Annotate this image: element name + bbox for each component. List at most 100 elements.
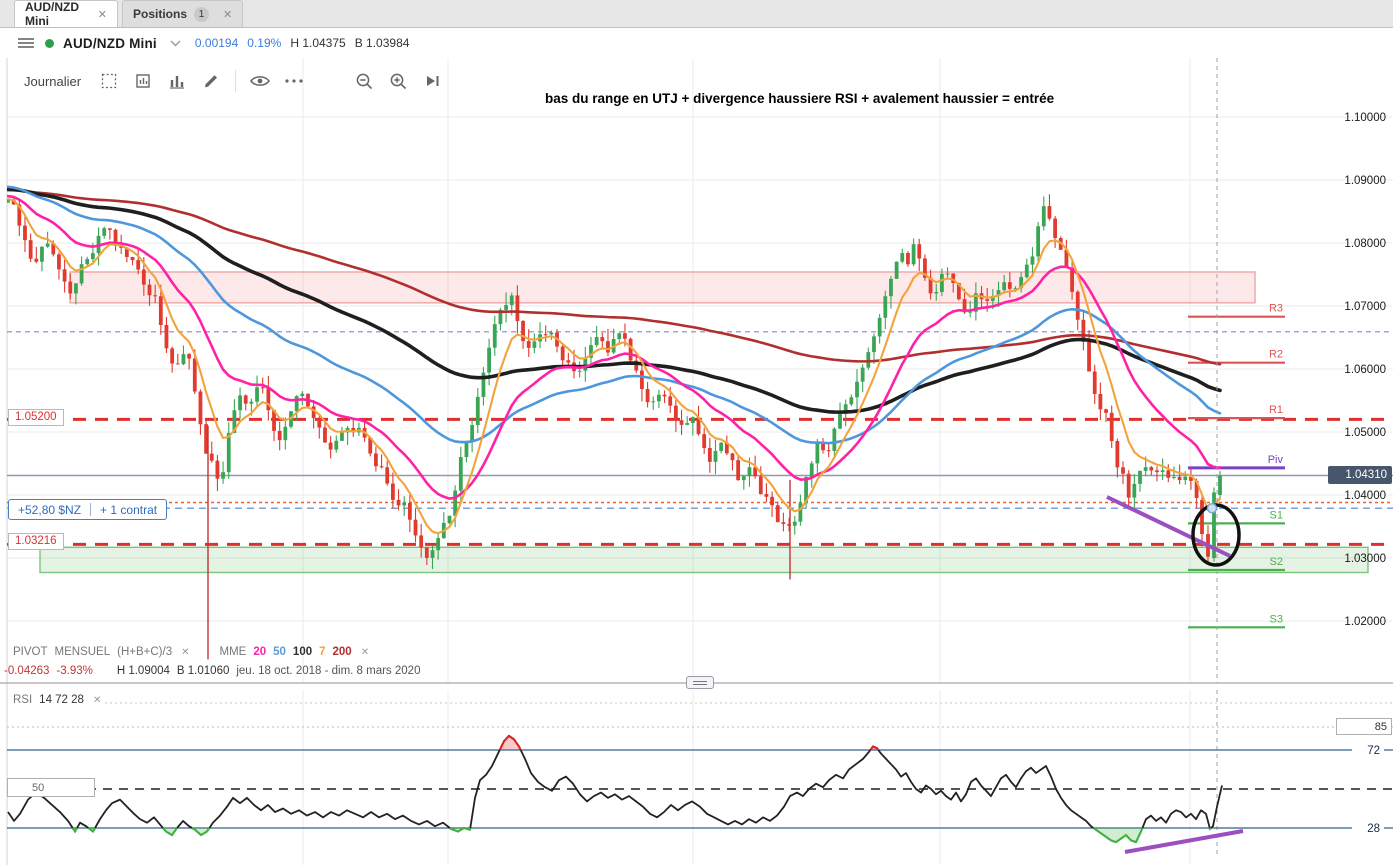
- remove-rsi-icon[interactable]: ✕: [93, 695, 101, 706]
- skip-to-latest-icon[interactable]: [422, 71, 442, 91]
- ellipsis-icon[interactable]: [284, 71, 304, 91]
- pivot-type: MENSUEL: [55, 646, 111, 658]
- candle-body: [1048, 206, 1052, 218]
- candle-body: [182, 354, 186, 364]
- chart-annotation: bas du range en UTJ + divergence haussie…: [545, 91, 1054, 106]
- pivot-label-S3: S3: [1270, 613, 1283, 625]
- mme-period-100[interactable]: 100: [293, 646, 312, 658]
- candle-body: [295, 396, 299, 411]
- candle-body: [102, 228, 106, 236]
- candle-body: [934, 292, 938, 293]
- candle-body: [651, 401, 655, 402]
- candle-body: [895, 262, 899, 279]
- candle-body: [1161, 470, 1165, 472]
- trading-app-window: R3R2R1PivS1S2S31.100001.090001.080001.07…: [0, 0, 1393, 865]
- price-axis-label: 1.02000: [1344, 616, 1386, 628]
- candle-body: [334, 441, 338, 450]
- candle-body: [849, 397, 853, 404]
- chevron-down-icon[interactable]: [166, 33, 186, 53]
- pencil-icon[interactable]: [201, 71, 221, 91]
- price-axis-label: 1.05000: [1344, 427, 1386, 439]
- candle-body: [153, 295, 157, 296]
- tab-label: Positions: [133, 7, 187, 21]
- candle-body: [23, 226, 27, 240]
- candle-body: [1138, 471, 1142, 484]
- candle-body: [300, 394, 304, 396]
- candle-body: [912, 244, 916, 264]
- candle-body: [255, 387, 259, 401]
- candle-body: [668, 396, 672, 405]
- remove-pivot-icon[interactable]: ✕: [181, 647, 189, 658]
- tab-audnzd-mini[interactable]: AUD/NZD Mini ✕: [14, 0, 118, 27]
- mme-period-7[interactable]: 7: [319, 646, 325, 658]
- eye-icon[interactable]: [250, 71, 270, 91]
- tab-positions[interactable]: Positions 1 ✕: [122, 0, 243, 27]
- candle-body: [606, 341, 610, 352]
- pane-divider-handle[interactable]: [686, 676, 714, 689]
- candle-body: [1127, 474, 1131, 498]
- candle-body: [685, 423, 689, 425]
- candle-body: [776, 505, 780, 522]
- chart-window-icon[interactable]: [133, 71, 153, 91]
- candles-layer: [6, 194, 1222, 659]
- candle-body: [748, 467, 752, 476]
- mme-period-50[interactable]: 50: [273, 646, 286, 658]
- mme-periods[interactable]: 20 50 100 7 200: [253, 646, 351, 658]
- price-change: 0.00194: [195, 36, 238, 50]
- candle-body: [600, 337, 604, 341]
- candle-body: [408, 503, 412, 520]
- candle-body: [136, 260, 140, 269]
- indicator-stats-row: -0.04263 -3.93% H 1.09004 B 1.01060 jeu.…: [4, 665, 420, 677]
- price-and-rsi-chart-canvas[interactable]: R3R2R1PivS1S2S31.100001.090001.080001.07…: [0, 0, 1393, 865]
- candle-body: [221, 472, 225, 479]
- period-high: H 1.09004: [117, 665, 170, 677]
- bar-chart-icon[interactable]: [167, 71, 187, 91]
- candle-body: [414, 520, 418, 536]
- remove-mme-icon[interactable]: ✕: [361, 647, 369, 658]
- mme-period-200[interactable]: 200: [333, 646, 352, 658]
- instrument-name: AUD/NZD Mini: [63, 36, 157, 51]
- divider: [90, 503, 91, 516]
- rsi-indicator-label[interactable]: RSI 14 72 28 ✕: [13, 694, 101, 706]
- candle-body: [476, 397, 480, 425]
- candle-body: [63, 269, 67, 281]
- price-axis-label: 1.10000: [1344, 112, 1386, 124]
- candle-body: [691, 417, 695, 423]
- price-axis-label: 1.03000: [1344, 553, 1386, 565]
- close-tab-icon[interactable]: ✕: [223, 8, 232, 21]
- candle-body: [521, 321, 525, 341]
- date-range: jeu. 18 oct. 2018 - dim. 8 mars 2020: [236, 665, 420, 677]
- candle-body: [595, 337, 599, 345]
- rsi-params: 14 72 28: [39, 694, 84, 706]
- candle-body: [1042, 206, 1046, 226]
- candle-body: [493, 324, 497, 348]
- layout-grid-icon[interactable]: [99, 71, 119, 91]
- candle-body: [719, 443, 723, 451]
- pivot-indicator-label[interactable]: PIVOT MENSUEL (H+B+C)/3 ✕ MME 2050100720…: [13, 646, 369, 658]
- timeframe-select[interactable]: Journalier: [24, 74, 81, 89]
- candle-body: [504, 305, 508, 310]
- candle-body: [108, 228, 112, 230]
- candle-body: [544, 334, 548, 335]
- candle-body: [782, 522, 786, 524]
- candle-body: [759, 476, 763, 494]
- zoom-in-icon[interactable]: [388, 71, 408, 91]
- candle-body: [227, 433, 231, 472]
- positions-count-badge: 1: [194, 7, 209, 22]
- candle-body: [238, 395, 242, 410]
- menu-icon[interactable]: [16, 33, 36, 53]
- candle-body: [657, 395, 661, 402]
- candle-body: [317, 418, 321, 427]
- candle-body: [793, 522, 797, 526]
- mme-period-20[interactable]: 20: [253, 646, 266, 658]
- position-badge[interactable]: +52,80 $NZ + 1 contrat: [8, 499, 167, 520]
- zoom-out-icon[interactable]: [354, 71, 374, 91]
- candle-body: [872, 336, 876, 352]
- candle-body: [940, 274, 944, 292]
- candle-body: [640, 371, 644, 389]
- close-tab-icon[interactable]: ✕: [98, 8, 107, 21]
- candle-body: [419, 535, 423, 547]
- chart-toolbar: Journalier: [24, 68, 442, 94]
- candle-body: [244, 395, 248, 403]
- candle-body: [578, 371, 582, 372]
